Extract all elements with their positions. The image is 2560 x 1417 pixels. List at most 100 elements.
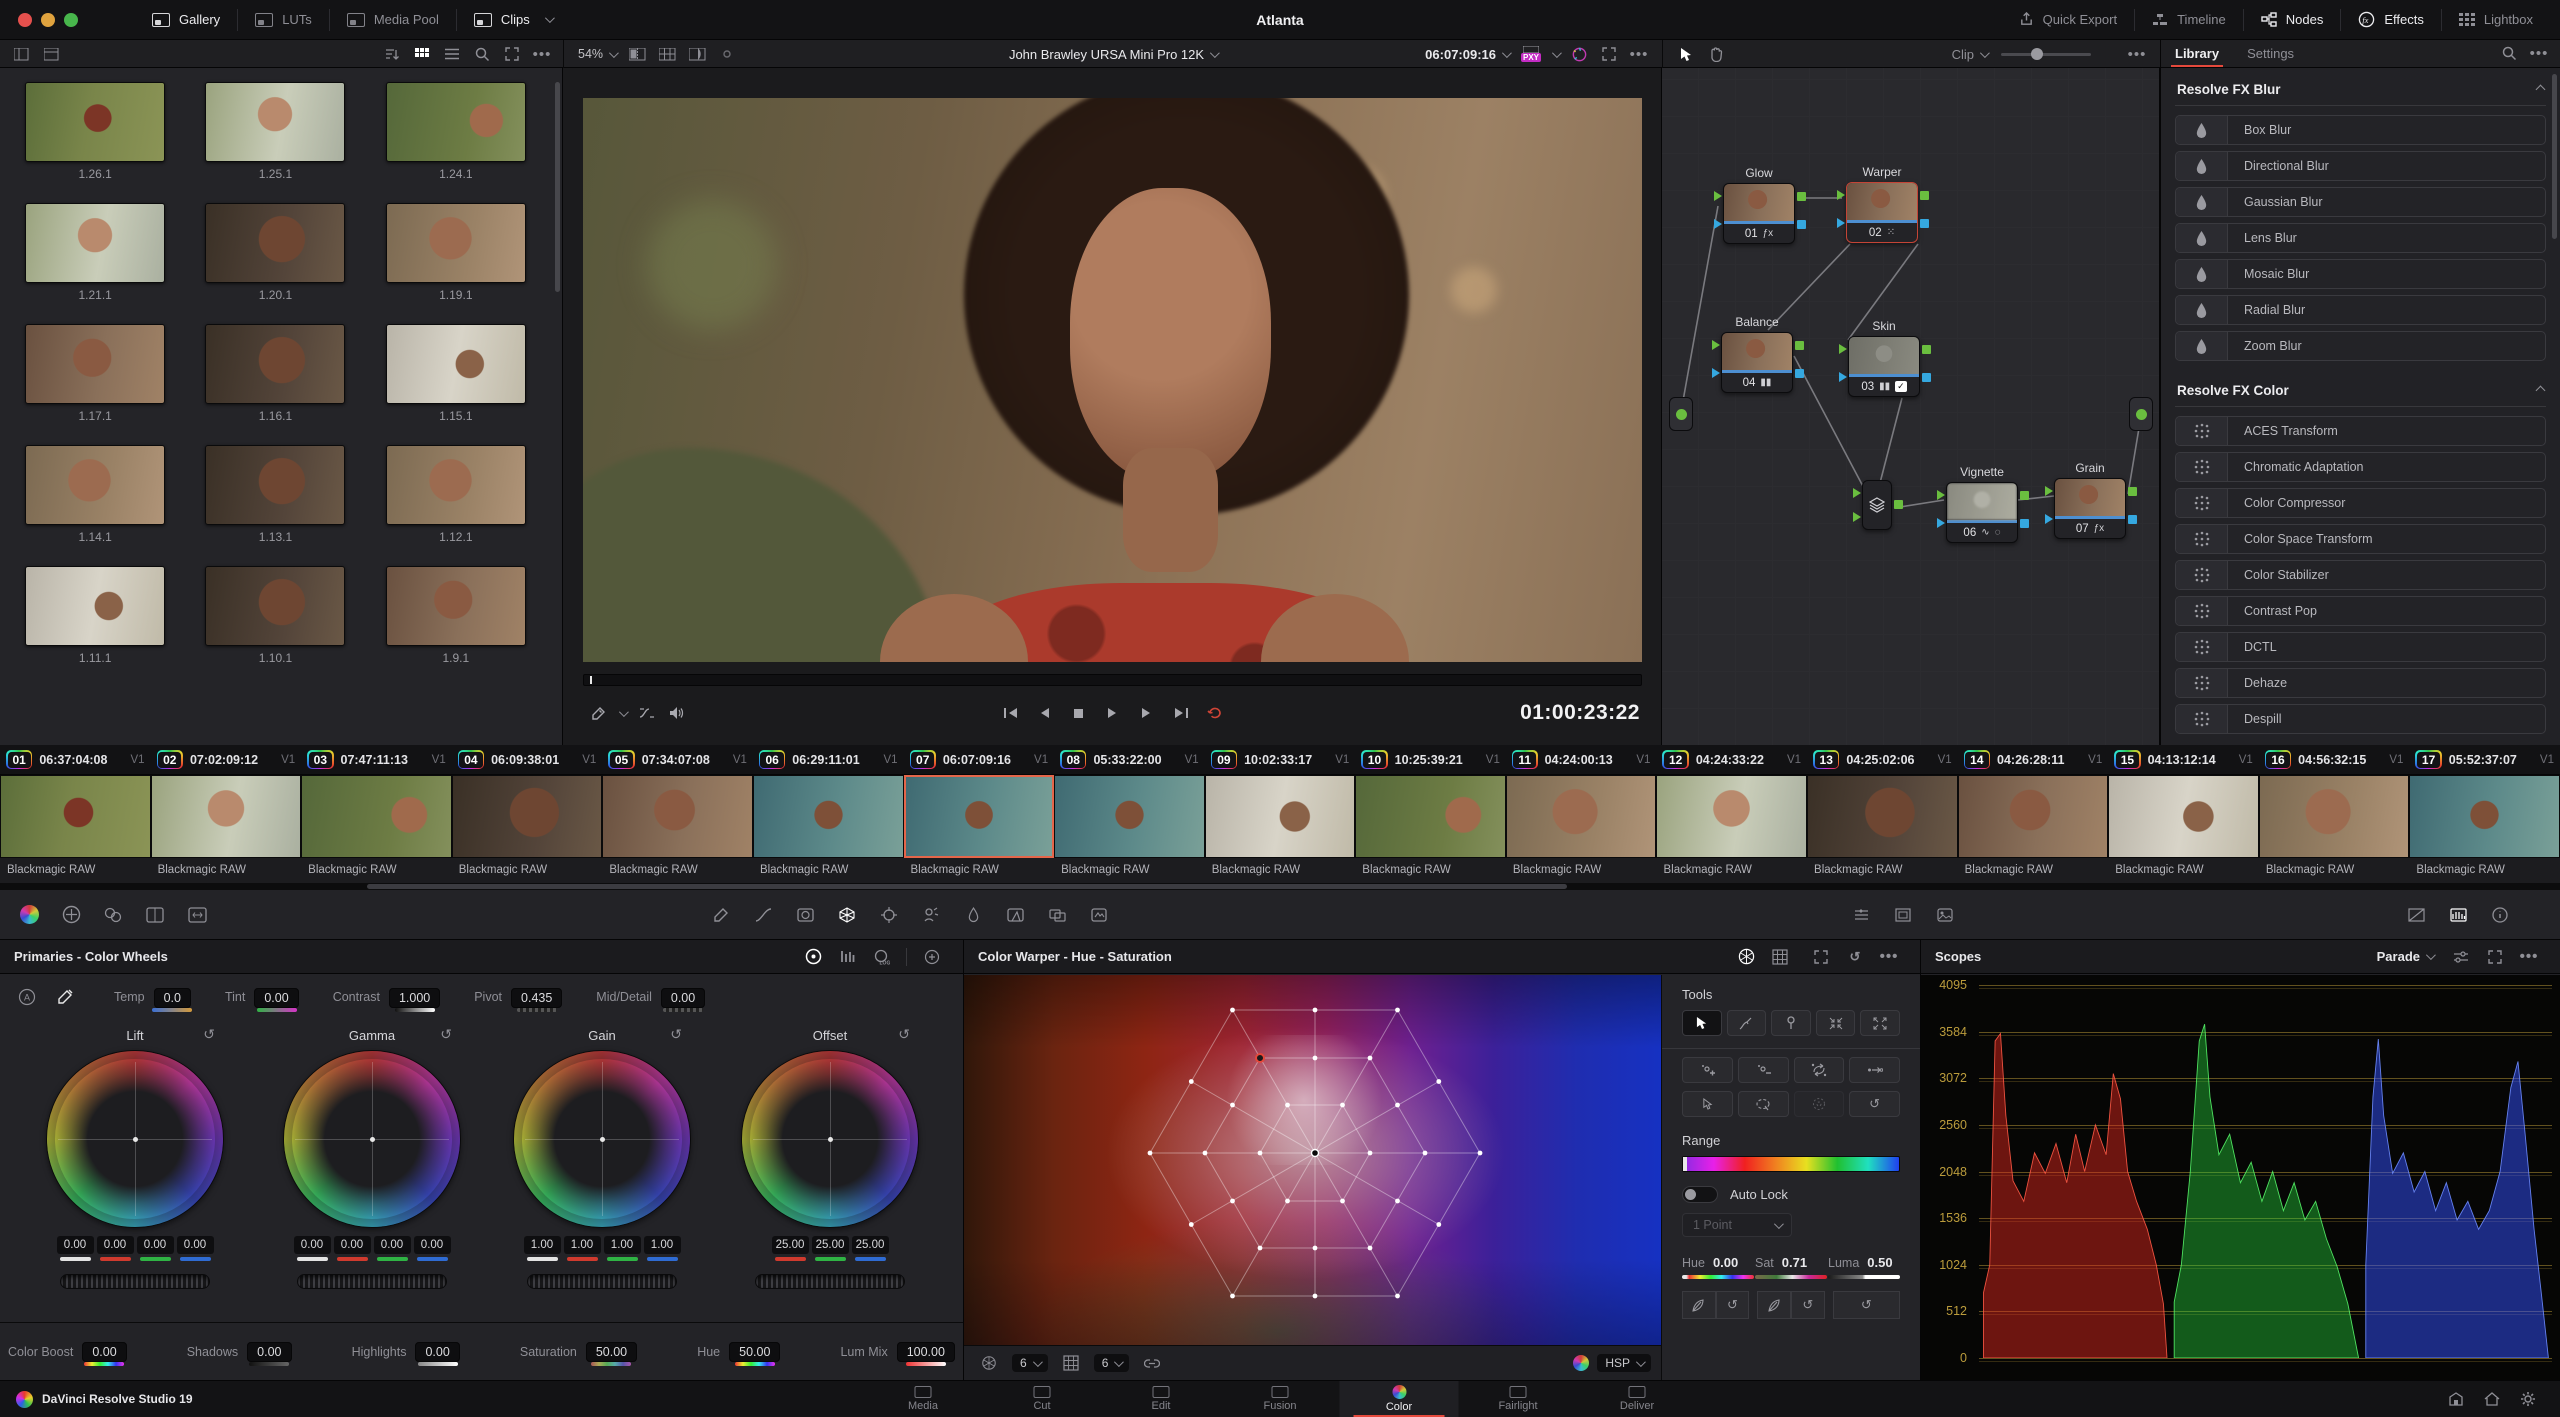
clip-thumbnail[interactable] xyxy=(1054,775,1205,858)
swap-points-tool[interactable] xyxy=(1793,1057,1845,1083)
rgb-input-pin[interactable] xyxy=(1712,340,1720,350)
gain-channel-value[interactable]: 1.00 xyxy=(563,1236,601,1261)
clip-thumbnail[interactable] xyxy=(2108,775,2259,858)
lift-channel-value[interactable]: 0.00 xyxy=(96,1236,134,1261)
warper-center-point[interactable] xyxy=(1310,1148,1320,1158)
gain-master-wheel[interactable] xyxy=(527,1274,677,1289)
layer-input-pin[interactable] xyxy=(1853,512,1861,522)
offset-channel-value[interactable]: 25.00 xyxy=(771,1236,809,1261)
blur-palette-icon[interactable] xyxy=(956,900,990,930)
offset-channel-value[interactable]: 25.00 xyxy=(811,1236,849,1261)
media-pool-toggle-button[interactable]: Media Pool xyxy=(330,0,456,39)
gallery-still[interactable]: 1.9.1 xyxy=(379,566,533,665)
scope-options-icon[interactable]: ••• xyxy=(2515,946,2543,968)
key-input-pin[interactable] xyxy=(1839,372,1847,382)
motion-effects-palette-icon[interactable] xyxy=(138,900,172,930)
saturation-value[interactable]: 50.00 xyxy=(585,1342,638,1362)
clip-thumbnail[interactable] xyxy=(903,775,1055,858)
proxy-badge[interactable]: PXY xyxy=(1519,43,1543,65)
white-balance-picker-icon[interactable] xyxy=(53,986,77,1008)
clip-thumbnail[interactable] xyxy=(301,775,452,858)
lasso-select-tool[interactable] xyxy=(1737,1091,1789,1117)
gallery-scrollbar[interactable] xyxy=(555,82,560,292)
fx-item[interactable]: Radial Blur xyxy=(2175,295,2546,325)
link-icon[interactable] xyxy=(1140,1352,1164,1374)
step-back-button[interactable] xyxy=(1030,701,1060,725)
stills-panel-icon[interactable] xyxy=(1928,900,1962,930)
gallery-options-icon[interactable]: ••• xyxy=(530,43,554,65)
draw-tool[interactable] xyxy=(1726,1010,1767,1036)
fx-item[interactable]: Dehaze xyxy=(2175,668,2546,698)
scopes-panel-icon[interactable] xyxy=(2441,900,2475,930)
gamma-channel-value[interactable]: 0.00 xyxy=(293,1236,331,1261)
gallery-still[interactable]: 1.13.1 xyxy=(198,445,352,544)
lift-channel-value[interactable]: 0.00 xyxy=(136,1236,174,1261)
clips-toggle-button[interactable]: Clips xyxy=(457,0,569,39)
gamma-channel-value[interactable]: 0.00 xyxy=(333,1236,371,1261)
fx-item[interactable]: Chromatic Adaptation xyxy=(2175,452,2546,482)
page-fairlight[interactable]: Fairlight xyxy=(1459,1381,1578,1417)
fx-item[interactable]: Box Blur xyxy=(2175,115,2546,145)
node-skin[interactable]: Skin 03 ▮▮ ✓ xyxy=(1839,319,1931,397)
clip-thumbnail[interactable] xyxy=(451,775,603,858)
warper-palette-icon[interactable] xyxy=(830,900,864,930)
rgb-output-pin[interactable] xyxy=(1922,345,1931,354)
quick-export-button[interactable]: Quick Export xyxy=(2002,0,2134,39)
collapse-mesh-tool[interactable] xyxy=(1815,1010,1856,1036)
clip-thumbnail[interactable] xyxy=(150,775,302,858)
lightbox-toggle-button[interactable]: Lightbox xyxy=(2442,0,2550,39)
tab-settings[interactable]: Settings xyxy=(2233,40,2308,67)
magic-mask-palette-icon[interactable] xyxy=(914,900,948,930)
key-output-pin[interactable] xyxy=(2020,519,2029,528)
goto-first-frame-button[interactable] xyxy=(996,701,1026,725)
pan-tool-icon[interactable] xyxy=(1704,43,1728,65)
sat-reset-button[interactable]: ↺ xyxy=(1791,1291,1825,1319)
rgb-output-pin[interactable] xyxy=(1795,341,1804,350)
clip-thumbnail[interactable] xyxy=(1807,775,1958,858)
qualifier-palette-icon[interactable] xyxy=(704,900,738,930)
gamma-master-wheel[interactable] xyxy=(297,1274,447,1289)
warper-sat-value[interactable]: 0.71 xyxy=(1782,1255,1807,1270)
step-forward-button[interactable] xyxy=(1132,701,1162,725)
key-output-pin[interactable] xyxy=(2128,515,2137,524)
sort-icon[interactable] xyxy=(380,43,404,65)
gallery-still[interactable]: 1.17.1 xyxy=(18,324,172,423)
fullscreen-scope-icon[interactable] xyxy=(2481,946,2509,968)
timeline-clip[interactable]: 15 04:13:12:14 V1 Blackmagic RAW xyxy=(2108,745,2259,890)
fx-item[interactable]: Mosaic Blur xyxy=(2175,259,2546,289)
play-button[interactable] xyxy=(1098,701,1128,725)
fx-item[interactable]: DCTL xyxy=(2175,632,2546,662)
auto-lock-toggle[interactable] xyxy=(1682,1186,1718,1203)
warper-hue-sat-field[interactable]: 6 6 HSP xyxy=(964,975,1661,1380)
lum-mix-value[interactable]: 100.00 xyxy=(896,1342,955,1362)
scope-settings-icon[interactable] xyxy=(2447,946,2475,968)
compare-split-icon[interactable] xyxy=(625,43,649,65)
move-point-tool[interactable] xyxy=(1849,1057,1900,1083)
effects-settings-palette-icon[interactable] xyxy=(1082,900,1116,930)
project-settings-gear-icon[interactable] xyxy=(2513,1388,2543,1410)
fullscreen-viewer-icon[interactable] xyxy=(1597,43,1621,65)
shadows-value[interactable]: 0.00 xyxy=(247,1342,292,1362)
timeline-clip[interactable]: 17 05:52:37:07 V1 Blackmagic RAW xyxy=(2409,745,2560,890)
nodes-toggle-button[interactable]: Nodes xyxy=(2244,0,2341,39)
fx-section-header[interactable]: Resolve FX Color xyxy=(2175,379,2546,407)
clip-thumbnail[interactable] xyxy=(1355,775,1506,858)
color-mode-select[interactable]: HSP xyxy=(1597,1354,1651,1372)
gallery-still[interactable]: 1.16.1 xyxy=(198,324,352,423)
key-input-pin[interactable] xyxy=(1937,518,1945,528)
gallery-still[interactable]: 1.25.1 xyxy=(198,82,352,181)
rgb-input-pin[interactable] xyxy=(1937,490,1945,500)
node-vignette[interactable]: Vignette 06 ∿ ◌ xyxy=(1937,465,2029,543)
luma-reset-button[interactable]: ↺ xyxy=(1832,1291,1900,1319)
gallery-toggle-button[interactable]: Gallery xyxy=(135,0,237,39)
timeline-clip[interactable]: 14 04:26:28:11 V1 Blackmagic RAW xyxy=(1957,745,2109,890)
fx-item[interactable]: Color Stabilizer xyxy=(2175,560,2546,590)
unmix-icon[interactable] xyxy=(632,701,662,725)
clip-title-select[interactable]: John Brawley URSA Mini Pro 12K xyxy=(1009,47,1220,62)
search-fx-icon[interactable] xyxy=(2497,43,2521,65)
fx-item[interactable]: Lens Blur xyxy=(2175,223,2546,253)
remove-point-tool[interactable] xyxy=(1737,1057,1789,1083)
timeline-clip[interactable]: 05 07:34:07:08 V1 Blackmagic RAW xyxy=(602,745,753,890)
hdr-wheels-palette-icon[interactable] xyxy=(54,900,88,930)
key-input-pin[interactable] xyxy=(1714,219,1722,229)
